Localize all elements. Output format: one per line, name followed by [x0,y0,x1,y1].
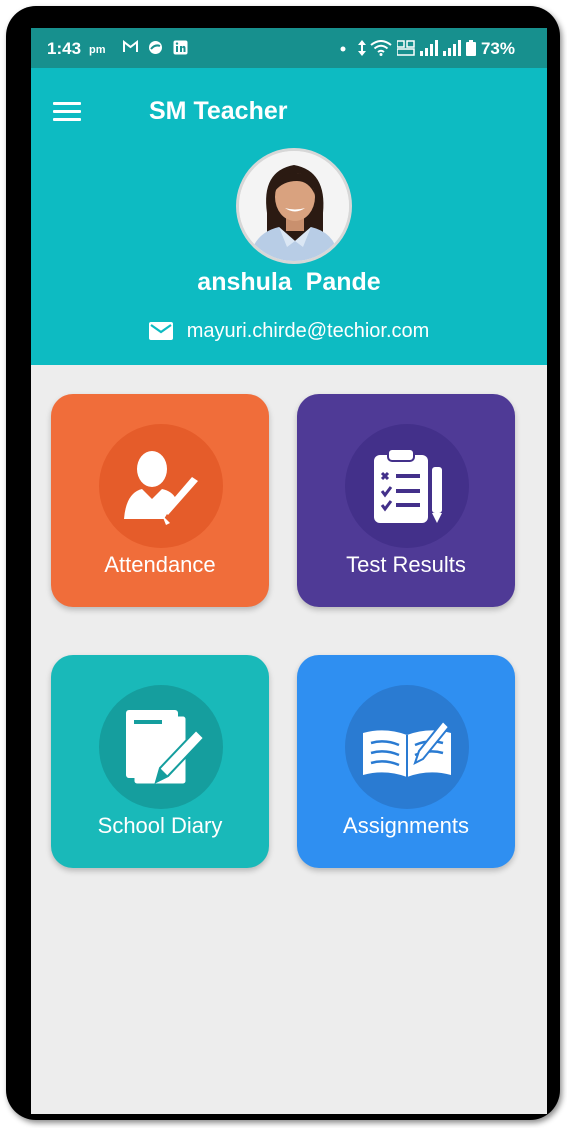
assignments-tile[interactable]: Assignments [297,655,515,868]
profile-header: SM Teacher anshula Pande mayuri.chirde@t… [31,68,547,365]
notification-icon [149,41,162,54]
attendance-person-check-icon [124,451,198,525]
email-icon [148,322,173,340]
battery-percentage: 73% [480,39,515,58]
status-ampm: pm [89,44,106,56]
avatar-photo [239,151,349,261]
app-title: SM Teacher [149,97,288,125]
dot-icon [340,46,346,52]
attendance-label: Attendance [104,552,216,577]
status-bar: 1:43 pm 73% [31,28,547,68]
data-arrows-icon [358,40,366,56]
menu-icon[interactable] [53,102,81,122]
test-results-tile[interactable]: Test Results [297,394,515,607]
signal-icon [443,40,461,56]
status-time: 1:43 [47,39,82,58]
test-results-label: Test Results [346,552,466,577]
linkedin-icon [173,40,188,55]
attendance-icon-circle [99,424,223,548]
avatar[interactable] [236,148,352,264]
email-row: mayuri.chirde@techior.com [31,318,547,344]
signal-icon [420,40,438,56]
phone-frame: 1:43 pm 73% SM Teacher anshula Pande may… [6,6,560,1120]
gmail-icon [123,40,138,52]
school-diary-label: School Diary [97,813,223,838]
user-email: mayuri.chirde@techior.com [186,319,430,342]
battery-icon [466,40,476,56]
clipboard-checklist-icon [374,448,442,523]
attendance-tile[interactable]: Attendance [51,394,269,607]
volte-icon [397,40,415,56]
open-book-pen-icon [363,719,451,777]
assignments-icon-circle [345,685,469,809]
test-results-icon-circle [345,424,469,548]
app-screen: 1:43 pm 73% SM Teacher anshula Pande may… [31,28,547,1114]
school-diary-tile[interactable]: School Diary [51,655,269,868]
user-name: anshula Pande [197,268,381,296]
wifi-icon [370,40,392,56]
school-diary-icon-circle [99,685,223,809]
assignments-label: Assignments [343,813,469,838]
diary-pen-icon [126,710,206,785]
